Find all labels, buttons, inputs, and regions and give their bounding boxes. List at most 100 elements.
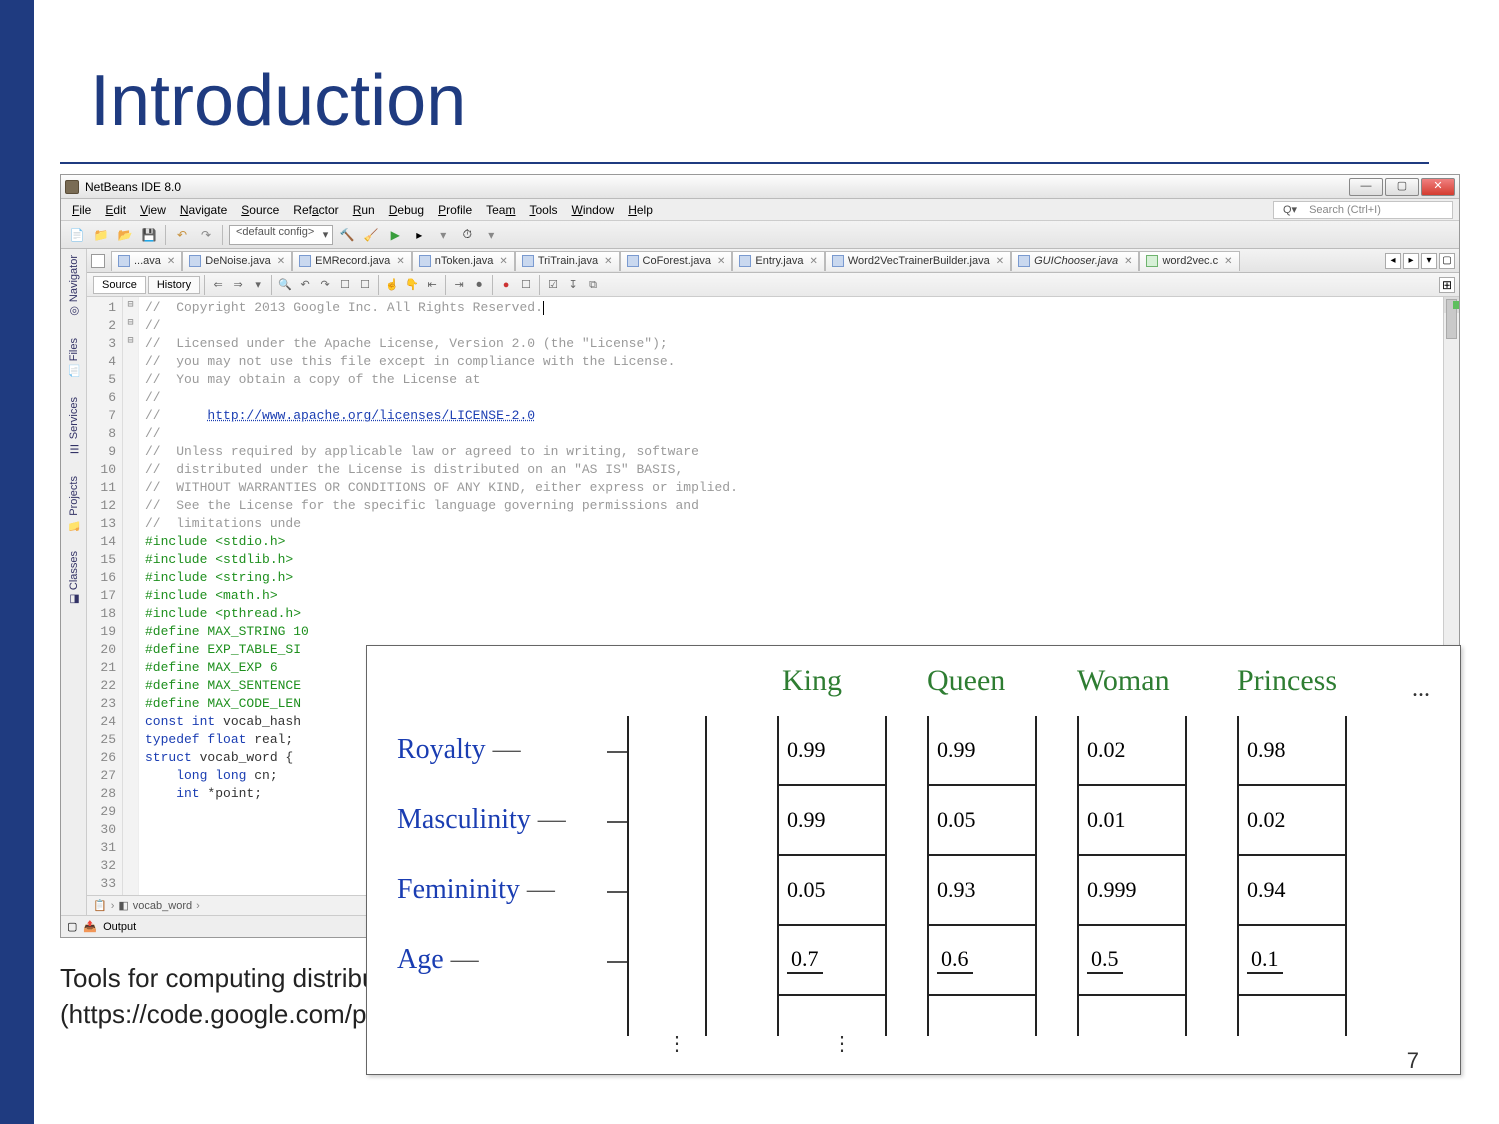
panel-files[interactable]: 📄Files xyxy=(68,338,80,377)
history-tab[interactable]: History xyxy=(148,276,200,294)
code-line[interactable]: // xyxy=(145,425,1453,443)
tab-close-icon[interactable]: ✕ xyxy=(809,256,817,267)
prev-bookmark-icon[interactable]: ☝ xyxy=(383,276,401,294)
code-line[interactable]: // distributed under the License is dist… xyxy=(145,461,1453,479)
menu-help[interactable]: Help xyxy=(623,201,658,219)
open-icon[interactable]: 📂 xyxy=(115,225,135,245)
code-line[interactable]: // You may obtain a copy of the License … xyxy=(145,371,1453,389)
debug-icon[interactable]: ▸ xyxy=(409,225,429,245)
build-icon[interactable]: 🔨 xyxy=(337,225,357,245)
menu-tools[interactable]: Tools xyxy=(524,201,562,219)
menu-debug[interactable]: Debug xyxy=(384,201,429,219)
diff-icon[interactable]: ⧉ xyxy=(584,276,602,294)
start-macro-icon[interactable]: ⏺ xyxy=(470,276,488,294)
breadcrumb-struct-icon[interactable]: ◧ xyxy=(118,899,128,912)
nav-fwd-icon[interactable]: ⇒ xyxy=(229,276,247,294)
undo-icon[interactable]: ↶ xyxy=(172,225,192,245)
code-line[interactable]: #include <string.h> xyxy=(145,569,1453,587)
tab-scroll-right-icon[interactable]: ▸ xyxy=(1403,253,1419,269)
shift-left-icon[interactable]: ⇤ xyxy=(423,276,441,294)
code-line[interactable]: // See the License for the specific lang… xyxy=(145,497,1453,515)
fold-toggle-icon[interactable]: ⊟ xyxy=(123,297,138,315)
code-line[interactable]: #include <pthread.h> xyxy=(145,605,1453,623)
uncomment-icon[interactable]: ☑ xyxy=(544,276,562,294)
debug-dropdown-icon[interactable]: ▾ xyxy=(433,225,453,245)
menu-run[interactable]: Run xyxy=(348,201,380,219)
tab-close-icon[interactable]: ✕ xyxy=(1224,256,1232,267)
file-tab[interactable]: Word2VecTrainerBuilder.java✕ xyxy=(825,251,1011,271)
file-tab[interactable]: ...ava✕ xyxy=(111,251,182,271)
code-line[interactable]: #include <stdlib.h> xyxy=(145,551,1453,569)
code-line[interactable]: // http://www.apache.org/licenses/LICENS… xyxy=(145,407,1453,425)
minimize-button[interactable]: — xyxy=(1349,178,1383,196)
menu-profile[interactable]: Profile xyxy=(433,201,477,219)
nav-back-icon[interactable]: ⇐ xyxy=(209,276,227,294)
menu-view[interactable]: View xyxy=(135,201,171,219)
file-tab[interactable]: DeNoise.java✕ xyxy=(182,251,292,271)
tab-maximize-icon[interactable]: ▢ xyxy=(1439,253,1455,269)
panel-classes[interactable]: ◧Classes xyxy=(68,551,80,606)
code-line[interactable]: // Copyright 2013 Google Inc. All Rights… xyxy=(145,299,1453,317)
config-select[interactable]: <default config> xyxy=(229,225,333,245)
goto-header-icon[interactable]: ↧ xyxy=(564,276,582,294)
tab-list-icon[interactable]: ▾ xyxy=(1421,253,1437,269)
file-tab[interactable]: EMRecord.java✕ xyxy=(292,251,412,271)
tab-close-icon[interactable]: ✕ xyxy=(277,256,285,267)
new-file-icon[interactable]: 📄 xyxy=(67,225,87,245)
dock-icon[interactable] xyxy=(91,254,105,268)
find-prev-icon[interactable]: ↶ xyxy=(296,276,314,294)
clean-build-icon[interactable]: 🧹 xyxy=(361,225,381,245)
file-tab[interactable]: CoForest.java✕ xyxy=(620,251,733,271)
menu-navigate[interactable]: Navigate xyxy=(175,201,232,219)
file-tab[interactable]: nToken.java✕ xyxy=(412,251,515,271)
file-tab[interactable]: TriTrain.java✕ xyxy=(515,251,620,271)
menu-refactor[interactable]: Refactor xyxy=(288,201,343,219)
menu-window[interactable]: Window xyxy=(567,201,620,219)
code-line[interactable]: // Unless required by applicable law or … xyxy=(145,443,1453,461)
tab-close-icon[interactable]: ✕ xyxy=(396,256,404,267)
panel-projects[interactable]: 📁Projects xyxy=(68,476,80,532)
tab-close-icon[interactable]: ✕ xyxy=(499,256,507,267)
new-project-icon[interactable]: 📁 xyxy=(91,225,111,245)
file-tab[interactable]: GUIChooser.java✕ xyxy=(1011,251,1139,271)
redo-icon[interactable]: ↷ xyxy=(196,225,216,245)
run-icon[interactable]: ▶ xyxy=(385,225,405,245)
code-line[interactable]: // xyxy=(145,317,1453,335)
close-button[interactable]: ✕ xyxy=(1421,178,1455,196)
save-all-icon[interactable]: 💾 xyxy=(139,225,159,245)
tab-close-icon[interactable]: ✕ xyxy=(1124,256,1132,267)
breadcrumb-members-icon[interactable]: 📋 xyxy=(93,899,107,912)
search-input[interactable]: Q▾ Search (Ctrl+I) xyxy=(1273,201,1453,219)
menu-file[interactable]: File xyxy=(67,201,96,219)
profile-icon[interactable]: ⏱ xyxy=(457,225,477,245)
code-line[interactable]: // you may not use this file except in c… xyxy=(145,353,1453,371)
code-line[interactable]: #include <math.h> xyxy=(145,587,1453,605)
panel-services[interactable]: ☰Services xyxy=(68,397,80,455)
find-next-icon[interactable]: ↷ xyxy=(316,276,334,294)
menu-team[interactable]: Team xyxy=(481,201,520,219)
find-sel-icon[interactable]: 🔍 xyxy=(276,276,294,294)
fold-toggle-icon[interactable]: ⊟ xyxy=(123,333,138,351)
file-tab[interactable]: word2vec.c✕ xyxy=(1139,251,1239,271)
tab-close-icon[interactable]: ✕ xyxy=(996,256,1004,267)
toggle-bookmark-icon[interactable]: ☐ xyxy=(356,276,374,294)
code-line[interactable]: // Licensed under the Apache License, Ve… xyxy=(145,335,1453,353)
tab-scroll-left-icon[interactable]: ◂ xyxy=(1385,253,1401,269)
fold-toggle-icon[interactable]: ⊟ xyxy=(123,315,138,333)
shift-right-icon[interactable]: ⇥ xyxy=(450,276,468,294)
code-line[interactable]: #define MAX_STRING 10 xyxy=(145,623,1453,641)
tab-close-icon[interactable]: ✕ xyxy=(604,256,612,267)
source-tab[interactable]: Source xyxy=(93,276,146,294)
profile-dropdown-icon[interactable]: ▾ xyxy=(481,225,501,245)
menu-source[interactable]: Source xyxy=(236,201,284,219)
next-bookmark-icon[interactable]: 👇 xyxy=(403,276,421,294)
nav-drop-icon[interactable]: ▾ xyxy=(249,276,267,294)
stop-macro-icon[interactable]: ● xyxy=(497,276,515,294)
tab-close-icon[interactable]: ✕ xyxy=(717,256,725,267)
code-line[interactable]: // xyxy=(145,389,1453,407)
maximize-button[interactable]: ▢ xyxy=(1385,178,1419,196)
code-line[interactable]: // limitations unde xyxy=(145,515,1453,533)
panel-navigator[interactable]: ◎Navigator xyxy=(68,255,80,318)
comment-icon[interactable]: ☐ xyxy=(517,276,535,294)
code-line[interactable]: // WITHOUT WARRANTIES OR CONDITIONS OF A… xyxy=(145,479,1453,497)
